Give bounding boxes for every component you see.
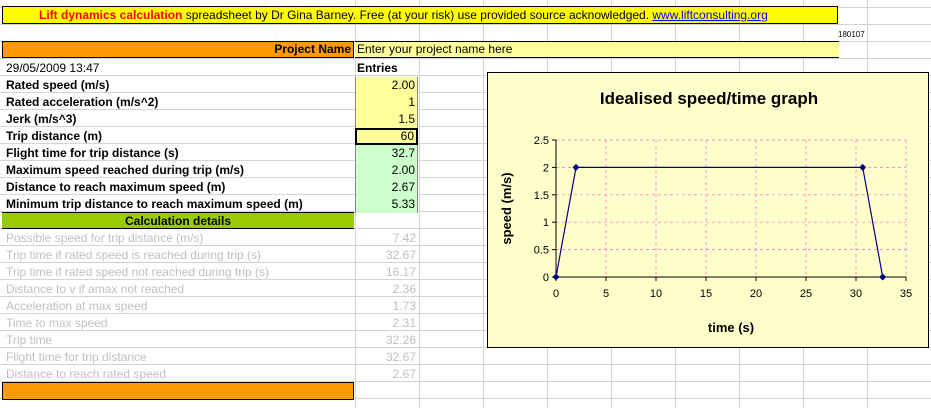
footer-bar [2, 382, 354, 400]
x-tick-label: 15 [700, 288, 712, 300]
y-tick-label: 0.5 [534, 245, 549, 257]
input-label-rated-acceleration: Rated acceleration (m/s^2) [6, 95, 159, 109]
x-tick-label: 5 [603, 288, 609, 300]
version-code: 180107 [838, 30, 865, 39]
detail-label: Flight time for trip distance [6, 350, 147, 364]
project-name-label: Project Name [2, 41, 354, 58]
detail-label: Trip time if rated speed is reached duri… [6, 248, 261, 262]
banner-text: spreadsheet by Dr Gina Barney. Free (at … [182, 8, 653, 22]
banner: Lift dynamics calculation spreadsheet by… [2, 6, 838, 24]
y-tick-label: 2 [543, 162, 549, 174]
x-tick-label: 30 [850, 288, 862, 300]
website-link[interactable]: www.liftconsulting.org [652, 8, 767, 22]
detail-label: Acceleration at max speed [6, 299, 148, 313]
detail-label: Possible speed for trip distance (m/s) [6, 231, 204, 245]
project-name-input[interactable]: Enter your project name here [355, 41, 839, 58]
detail-value: 32.26 [385, 333, 416, 347]
x-axis-title: time (s) [708, 320, 754, 335]
speed-time-chart[interactable]: Idealised speed/time graph 0 5 10 15 20 25 30 3… [487, 72, 929, 348]
y-tick-label: 2.5 [534, 135, 549, 147]
data-point [572, 163, 580, 171]
data-point [879, 273, 887, 281]
x-tick-label: 10 [650, 288, 662, 300]
y-tick-label: 1 [543, 217, 549, 229]
detail-value: 32.67 [385, 350, 416, 364]
y-tick-label: 1.5 [534, 190, 549, 202]
y-tick-label: 0 [543, 272, 549, 284]
detail-value: 2.31 [392, 316, 416, 330]
detail-label: Trip time if rated speed not reached dur… [6, 265, 270, 279]
detail-value: 1.73 [392, 299, 416, 313]
output-min-trip-distance: 5.33 [355, 196, 418, 213]
calculation-details-header: Calculation details [2, 212, 354, 229]
input-rated-speed[interactable]: 2.00 [355, 77, 418, 94]
detail-value: 16.17 [385, 265, 416, 279]
input-label-rated-speed: Rated speed (m/s) [6, 78, 110, 92]
detail-label: Trip time [6, 333, 53, 347]
x-tick-label: 0 [553, 288, 559, 300]
entries-header: Entries [357, 61, 398, 75]
detail-label: Time to max speed [6, 316, 108, 330]
data-point [859, 163, 867, 171]
input-trip-distance[interactable]: 60 [355, 128, 418, 145]
output-label-distance-max-speed: Distance to reach maximum speed (m) [6, 180, 226, 194]
output-flight-time: 32.7 [355, 145, 418, 162]
x-tick-label: 35 [900, 288, 912, 300]
y-axis-title: speed (m/s) [499, 172, 514, 244]
detail-value: 2.36 [392, 282, 416, 296]
detail-value: 32.67 [385, 248, 416, 262]
output-label-flight-time: Flight time for trip distance (s) [6, 146, 179, 160]
detail-label: Distance to reach rated speed [6, 367, 167, 381]
input-label-trip-distance: Trip distance (m) [6, 129, 103, 143]
timestamp: 29/05/2009 13:47 [6, 61, 100, 75]
detail-value: 7.42 [392, 231, 416, 245]
detail-value: 2.67 [392, 367, 416, 381]
detail-label: Distance to v if amax not reached [6, 282, 185, 296]
output-max-speed: 2.00 [355, 162, 418, 179]
input-jerk[interactable]: 1.5 [355, 111, 418, 128]
chart-plot: 0 5 10 15 20 25 30 35 0 0.5 1 1.5 2 2.5 time (s) speed … [499, 135, 912, 335]
output-label-min-trip-distance: Minimum trip distance to reach maximum s… [6, 197, 303, 211]
x-tick-label: 25 [800, 288, 812, 300]
banner-title: Lift dynamics calculation [39, 8, 183, 22]
x-tick-label: 20 [750, 288, 762, 300]
input-label-jerk: Jerk (m/s^3) [6, 112, 77, 126]
data-point [552, 273, 560, 281]
input-rated-acceleration[interactable]: 1 [355, 94, 418, 111]
output-label-max-speed: Maximum speed reached during trip (m/s) [6, 163, 245, 177]
output-distance-max-speed: 2.67 [355, 179, 418, 196]
